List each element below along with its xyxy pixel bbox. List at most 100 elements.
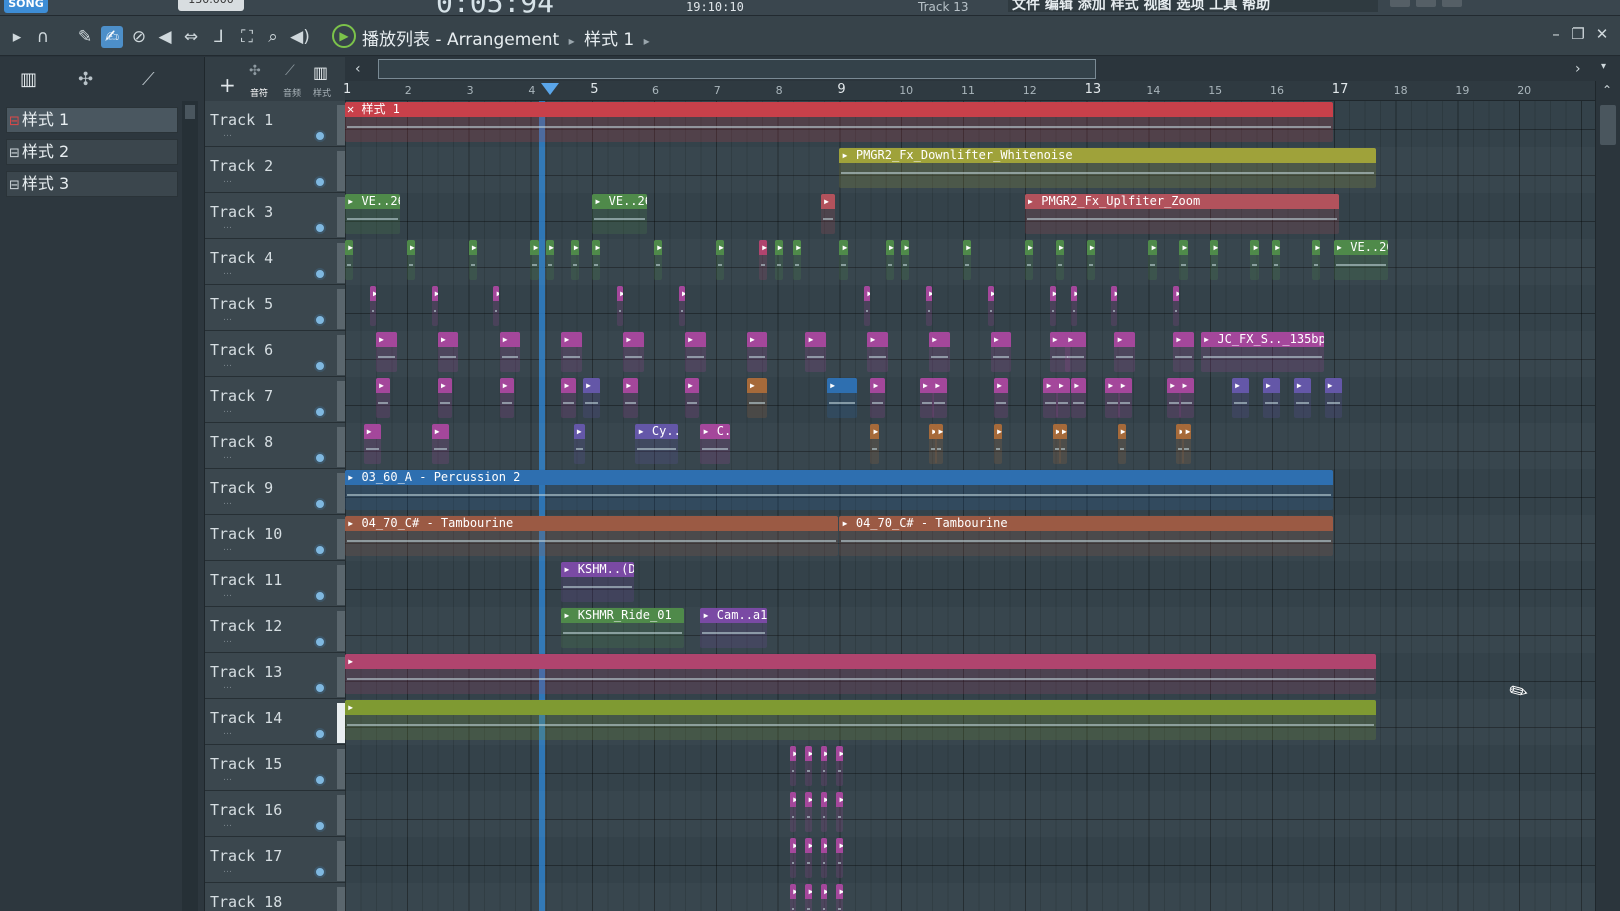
audio-clip[interactable]: ▸: [561, 332, 582, 372]
scroll-up-icon[interactable]: ⌃: [1602, 83, 1612, 97]
track-header[interactable]: Track 2…: [205, 147, 345, 193]
song-position-marker[interactable]: [541, 83, 559, 95]
audio-clip[interactable]: ▸ Cy..: [635, 424, 678, 464]
audio-clip[interactable]: ▸ 04_70_C# - Tambourine: [345, 516, 839, 556]
audio-clip[interactable]: ▸ KSHMR_Ride_01: [561, 608, 684, 648]
track-height-grip[interactable]: [337, 611, 345, 651]
track-name[interactable]: Track 16: [210, 801, 282, 819]
audio-clip[interactable]: ▸: [545, 240, 555, 280]
track-header[interactable]: Track 7…: [205, 377, 345, 423]
audio-clip[interactable]: ▸: [836, 838, 843, 878]
audio-clip[interactable]: ▸: [1111, 286, 1118, 326]
play-pattern-icon[interactable]: ▶: [332, 24, 356, 48]
song-mode-button[interactable]: SONG: [4, 0, 48, 13]
audio-clip[interactable]: ▸: [827, 378, 857, 418]
audio-clip[interactable]: ▸: [1148, 240, 1157, 280]
track-height-grip[interactable]: [337, 243, 345, 283]
audio-clip[interactable]: ▸: [623, 332, 644, 372]
audio-clip[interactable]: ▸: [820, 838, 828, 878]
audio-clip-filter-icon[interactable]: ✣: [249, 63, 261, 79]
audio-clip[interactable]: ▸: [789, 792, 797, 832]
track-mute-toggle[interactable]: [314, 222, 326, 234]
track-options[interactable]: …: [223, 359, 232, 369]
audio-clip[interactable]: ▸: [499, 332, 521, 372]
audio-clip[interactable]: ▸: [1250, 240, 1259, 280]
audio-clip[interactable]: ▸: [820, 194, 836, 234]
audio-clip[interactable]: ▸: [1117, 378, 1132, 418]
horizontal-scroller[interactable]: ‹ › ▾: [345, 57, 1620, 81]
slip-tool-icon[interactable]: ⇔: [180, 26, 202, 48]
track-header[interactable]: Track 10…: [205, 515, 345, 561]
audio-clip[interactable]: ▸: [468, 240, 477, 280]
audio-clip[interactable]: ▸: [1179, 378, 1194, 418]
audio-clip[interactable]: ▸: [369, 286, 376, 326]
track-options[interactable]: …: [223, 543, 232, 553]
audio-clip[interactable]: ▸: [870, 424, 879, 464]
delete-tool-icon[interactable]: ⊘: [128, 26, 150, 48]
pattern-scrollbar[interactable]: [182, 101, 198, 911]
track-header[interactable]: Track 18…: [205, 883, 345, 911]
track-header[interactable]: Track 1…: [205, 101, 345, 147]
track-header[interactable]: Track 12…: [205, 607, 345, 653]
track-options[interactable]: …: [223, 773, 232, 783]
audio-clip[interactable]: ▸ VE..26: [592, 194, 647, 234]
audio-clip[interactable]: ▸: [805, 838, 812, 878]
track-header[interactable]: Track 13…: [205, 653, 345, 699]
audio-clip[interactable]: ▸: [437, 332, 459, 372]
vertical-scrollbar[interactable]: ⌃: [1595, 81, 1620, 911]
track-name[interactable]: Track 9: [210, 479, 273, 497]
audio-clip[interactable]: ▸: [570, 240, 579, 280]
track-options[interactable]: …: [223, 451, 232, 461]
track-options[interactable]: …: [223, 635, 232, 645]
track-mute-toggle[interactable]: [314, 682, 326, 694]
track-height-grip[interactable]: [337, 887, 345, 911]
scroll-left-icon[interactable]: ‹: [355, 61, 361, 77]
audio-clip[interactable]: ▸ 03_60_A - Percussion 2: [345, 470, 1333, 510]
track-header[interactable]: Track 17…: [205, 837, 345, 883]
track-name[interactable]: Track 13: [210, 663, 282, 681]
audio-clip[interactable]: ▸ KSHM..(D): [561, 562, 635, 602]
audio-clip[interactable]: ▸: [1173, 332, 1194, 372]
audio-clip[interactable]: ▸: [561, 378, 576, 418]
pattern-crumb[interactable]: 样式 1: [584, 30, 634, 50]
audio-clip[interactable]: ▸: [406, 240, 416, 280]
overview-thumb[interactable]: [378, 59, 1096, 79]
audio-clip[interactable]: ▸: [789, 884, 797, 911]
track-height-grip[interactable]: [337, 427, 345, 467]
audio-clip[interactable]: ▸: [793, 240, 802, 280]
audio-clip[interactable]: ▸: [499, 378, 514, 418]
track-options[interactable]: …: [223, 221, 232, 231]
audio-clip[interactable]: ▸: [929, 332, 950, 372]
audio-clip[interactable]: ▸: [375, 332, 397, 372]
audio-clip[interactable]: ▸: [885, 240, 895, 280]
track-header[interactable]: Track 11…: [205, 561, 345, 607]
track-height-grip[interactable]: [337, 335, 345, 375]
track-height-grip[interactable]: [337, 105, 345, 145]
slice-tool-icon[interactable]: ⅃: [208, 26, 230, 48]
audio-clip[interactable]: ▸: [684, 332, 706, 372]
track-name[interactable]: Track 1: [210, 111, 273, 129]
track-name[interactable]: Track 6: [210, 341, 273, 359]
paint-tool-icon[interactable]: ✍: [101, 26, 123, 48]
audio-clip[interactable]: ▸: [715, 240, 725, 280]
audio-clip[interactable]: ▸: [805, 792, 812, 832]
track-header[interactable]: Track 8…: [205, 423, 345, 469]
audio-clip[interactable]: ▸: [789, 746, 797, 786]
audio-clip[interactable]: ▸: [987, 286, 994, 326]
draw-tool-icon[interactable]: ✎: [74, 26, 96, 48]
filter-notes-label[interactable]: 音符: [250, 86, 268, 99]
mini-button-3[interactable]: [1442, 0, 1462, 7]
audio-clip[interactable]: ▸: [836, 884, 843, 911]
audio-clip[interactable]: ▸: [746, 332, 768, 372]
audio-clip[interactable]: ▸: [363, 424, 382, 464]
audio-clip[interactable]: ▸: [345, 654, 1377, 694]
audio-clip[interactable]: ▸: [1272, 240, 1281, 280]
audio-clip[interactable]: ▸: [867, 332, 888, 372]
track-mute-toggle[interactable]: [314, 544, 326, 556]
track-name[interactable]: Track 4: [210, 249, 273, 267]
track-height-grip[interactable]: [337, 151, 345, 191]
pattern-clip[interactable]: ✕ 样式 1: [345, 102, 1333, 142]
audio-clip[interactable]: ▸: [932, 378, 947, 418]
audio-clip[interactable]: ▸: [616, 286, 623, 326]
scroll-thumb[interactable]: [185, 105, 195, 119]
